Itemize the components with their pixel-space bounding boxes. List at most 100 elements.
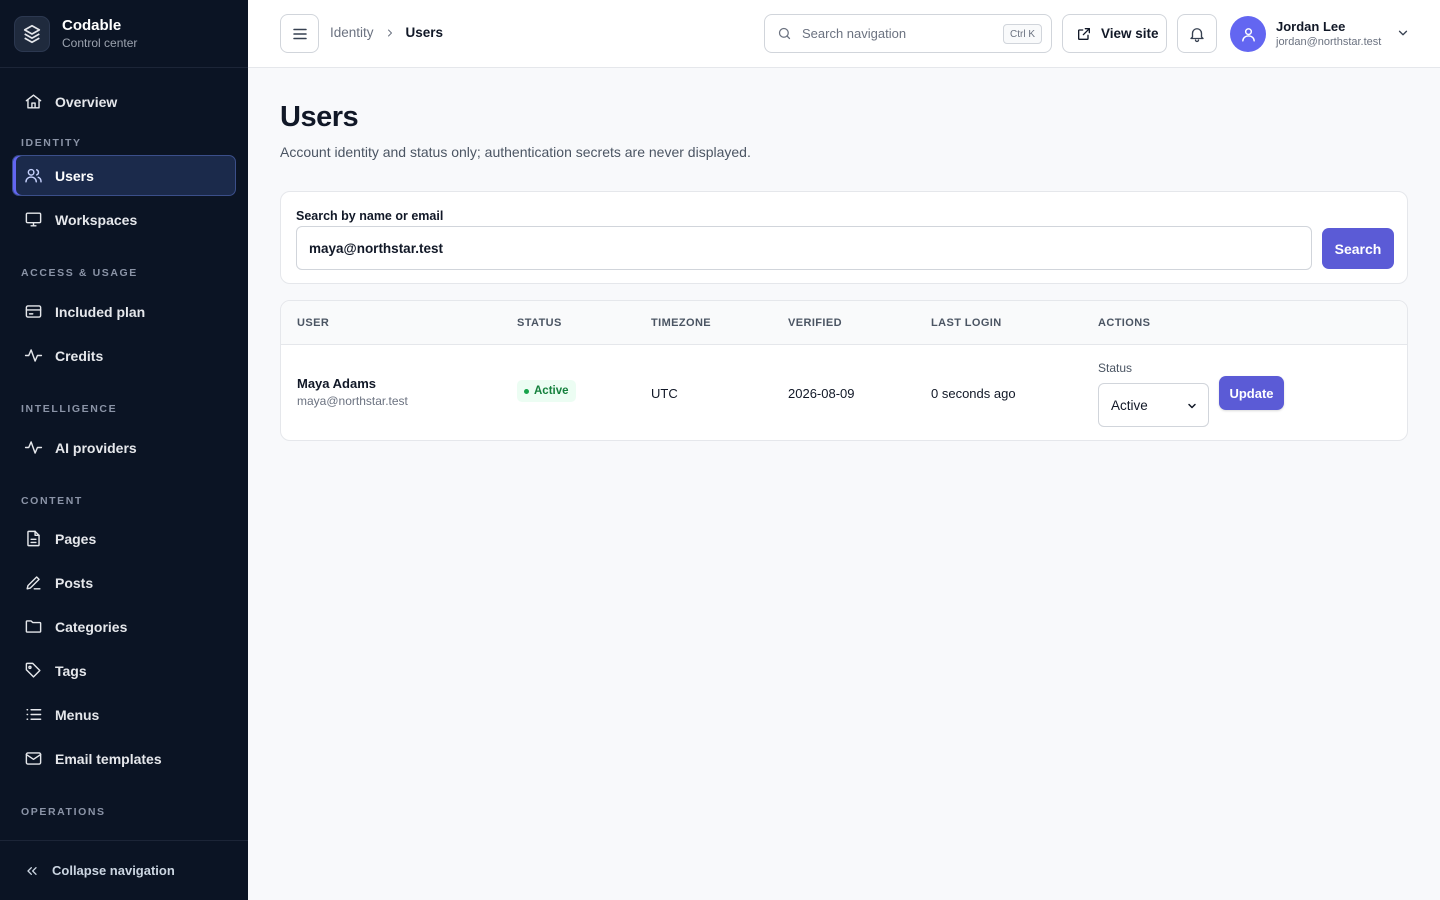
status-badge-label: Active — [534, 385, 569, 397]
sidebar-item-label: Users — [55, 167, 94, 184]
menu-toggle-button[interactable] — [280, 14, 319, 53]
user-name: Maya Adams — [297, 376, 376, 391]
nav-section-intelligence: INTELLIGENCE — [21, 403, 118, 415]
sidebar-item-label: Menus — [55, 706, 100, 723]
column-header-last-login: LAST LOGIN — [931, 317, 1002, 329]
status-select-value: Active — [1111, 397, 1148, 413]
activity-icon — [24, 349, 43, 362]
sidebar-item-label: Categories — [55, 618, 128, 635]
list-icon — [26, 709, 42, 720]
file-icon — [27, 530, 40, 547]
brand-subtitle: Control center — [62, 35, 138, 50]
nav-section-operations: OPERATIONS — [21, 806, 106, 818]
brand[interactable]: Codable Control center — [0, 0, 248, 68]
navigation-search-placeholder: Search navigation — [802, 26, 907, 41]
breadcrumb-parent-link[interactable]: Identity — [330, 25, 374, 40]
nav-section-content: CONTENT — [21, 495, 83, 507]
brand-name: Codable — [62, 16, 122, 34]
chevron-right-icon — [384, 27, 396, 39]
chevron-down-icon — [1186, 400, 1198, 415]
table-row: Maya Adams maya@northstar.test Active UT… — [281, 345, 1407, 440]
sidebar-item-tags[interactable]: Tags — [12, 650, 236, 691]
user-cell: Maya Adams maya@northstar.test — [297, 376, 408, 408]
sidebar-item-label: Credits — [55, 347, 104, 364]
collapse-navigation-button[interactable]: Collapse navigation — [0, 840, 248, 900]
sidebar-item-label: Email templates — [55, 750, 162, 767]
table-header: USER STATUS TIMEZONE VERIFIED LAST LOGIN… — [281, 301, 1407, 345]
sidebar-item-menus[interactable]: Menus — [12, 694, 236, 735]
home-icon — [25, 94, 42, 109]
sidebar-item-included-plan[interactable]: Included plan — [12, 291, 236, 332]
sidebar: Codable Control center Overview IDENTITY… — [0, 0, 248, 900]
sidebar-item-label: Overview — [55, 93, 118, 110]
pen-icon — [26, 576, 41, 590]
users-icon — [25, 168, 42, 183]
user-search-input[interactable] — [296, 226, 1312, 270]
profile-email: jordan@northstar.test — [1276, 36, 1382, 48]
search-field-label: Search by name or email — [296, 209, 444, 223]
avatar — [1230, 16, 1266, 52]
card-icon — [25, 305, 42, 318]
profile-name: Jordan Lee — [1276, 19, 1346, 34]
sidebar-item-credits[interactable]: Credits — [12, 335, 236, 376]
user-icon — [1241, 27, 1255, 42]
sidebar-item-categories[interactable]: Categories — [12, 606, 236, 647]
nav-section-identity: IDENTITY — [21, 137, 82, 149]
sidebar-item-posts[interactable]: Posts — [12, 562, 236, 603]
folder-icon — [25, 620, 42, 633]
verified-cell: 2026-08-09 — [788, 386, 855, 401]
sidebar-item-label: AI providers — [55, 439, 137, 456]
breadcrumb: Identity Users — [330, 25, 443, 40]
timezone-cell: UTC — [651, 386, 678, 401]
last-login-cell: 0 seconds ago — [931, 386, 1016, 401]
layers-logo-icon — [14, 15, 50, 52]
navigation-search-box[interactable]: Search navigation Ctrl K — [764, 14, 1052, 53]
sidebar-item-overview[interactable]: Overview — [12, 81, 236, 122]
breadcrumb-current: Users — [405, 25, 444, 40]
page-subtitle: Account identity and status only; authen… — [280, 144, 751, 160]
status-badge: Active — [517, 380, 576, 402]
nav-section-access: ACCESS & USAGE — [21, 267, 138, 279]
column-header-status: STATUS — [517, 317, 562, 329]
mail-icon — [25, 752, 42, 765]
user-profile-menu[interactable]: Jordan Lee jordan@northstar.test — [1230, 14, 1410, 54]
external-link-icon — [1078, 27, 1090, 40]
tag-icon — [25, 662, 41, 678]
sidebar-item-label: Workspaces — [55, 211, 138, 228]
update-button[interactable]: Update — [1219, 376, 1284, 410]
sidebar-item-label: Tags — [55, 662, 87, 679]
user-search-card: Search by name or email Search — [280, 191, 1408, 284]
sidebar-item-workspaces[interactable]: Workspaces — [12, 199, 236, 240]
status-select-label: Status — [1098, 361, 1133, 375]
sidebar-nav: Overview IDENTITY Users Workspaces ACCES… — [0, 68, 248, 818]
bell-icon — [1190, 27, 1204, 42]
shortcut-hint: Ctrl K — [1003, 24, 1042, 44]
view-site-button[interactable]: View site — [1062, 14, 1167, 53]
users-table: USER STATUS TIMEZONE VERIFIED LAST LOGIN… — [280, 300, 1408, 441]
activity-icon — [24, 441, 43, 454]
sidebar-item-label: Posts — [55, 574, 94, 591]
column-header-timezone: TIMEZONE — [651, 317, 712, 329]
monitor-icon — [25, 212, 42, 227]
status-dot-icon — [524, 388, 529, 394]
search-icon — [778, 27, 791, 40]
page-title: Users — [280, 101, 359, 133]
status-select[interactable]: Active — [1098, 383, 1209, 427]
column-header-verified: VERIFIED — [788, 317, 842, 329]
sidebar-item-label: Included plan — [55, 303, 146, 320]
collapse-navigation-label: Collapse navigation — [52, 863, 175, 878]
hamburger-menu-icon — [292, 28, 307, 39]
column-header-user: USER — [297, 317, 330, 329]
sidebar-item-label: Pages — [55, 530, 97, 547]
sidebar-item-ai-providers[interactable]: AI providers — [12, 427, 236, 468]
notifications-button[interactable] — [1177, 14, 1217, 53]
sidebar-item-email-templates[interactable]: Email templates — [12, 738, 236, 779]
user-email: maya@northstar.test — [297, 394, 408, 408]
chevrons-left-icon — [27, 866, 37, 875]
search-button[interactable]: Search — [1322, 228, 1394, 269]
topbar: Identity Users Search navigation Ctrl K … — [248, 0, 1440, 68]
sidebar-item-pages[interactable]: Pages — [12, 518, 236, 559]
view-site-label: View site — [1101, 26, 1159, 41]
sidebar-item-users[interactable]: Users — [12, 155, 236, 196]
column-header-actions: ACTIONS — [1098, 317, 1151, 329]
